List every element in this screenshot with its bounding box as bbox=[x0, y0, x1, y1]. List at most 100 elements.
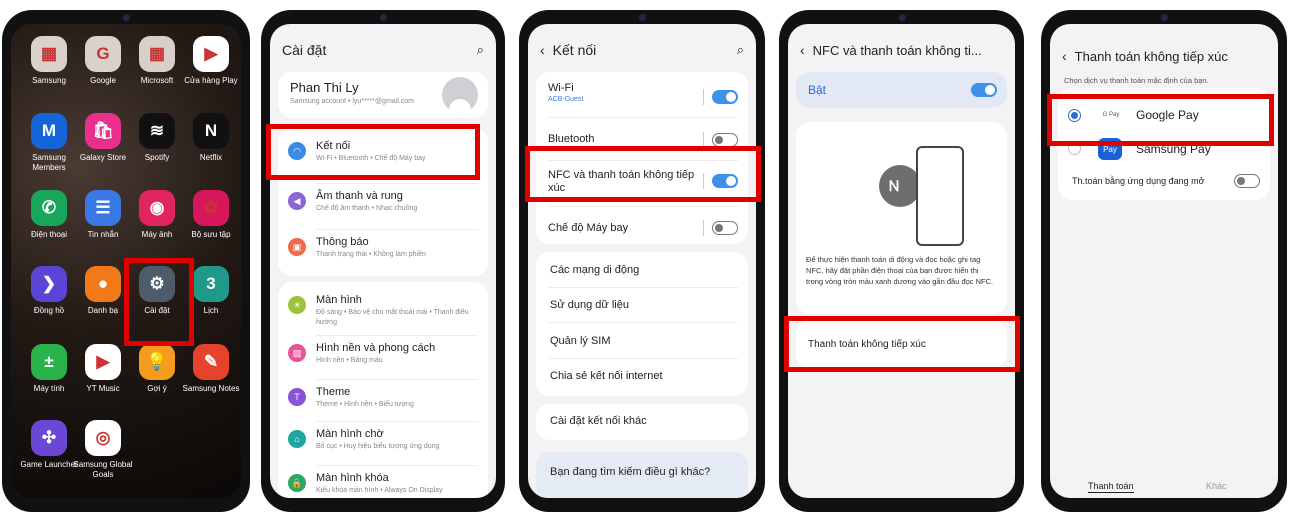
divider bbox=[316, 465, 478, 466]
phone-payment: ‹ Thanh toán không tiếp xúc Chọn dịch vụ … bbox=[1041, 10, 1287, 512]
wifi-row[interactable]: Wi-Fi ACB-Guest bbox=[548, 82, 583, 103]
nfc-toggle[interactable] bbox=[971, 83, 997, 97]
app-tips[interactable]: 💡 Gợi ý bbox=[127, 344, 187, 394]
airplane-mode-toggle[interactable] bbox=[712, 221, 738, 235]
more-connection-settings-row[interactable]: Cài đặt kết nối khác bbox=[550, 415, 647, 427]
front-camera bbox=[380, 14, 387, 21]
app-label: Microsoft bbox=[140, 76, 174, 85]
settings-item-title: Màn hình chờ bbox=[316, 428, 384, 440]
highlight-contactless-payment bbox=[784, 316, 1020, 372]
app-gallery[interactable]: ✿ Bộ sưu tập bbox=[181, 190, 241, 240]
app-play-store[interactable]: ▶ Cửa hàng Play bbox=[181, 36, 241, 86]
settings-group-2: ☀ Màn hình Độ sáng • Bảo vệ cho mắt thoải … bbox=[278, 282, 488, 498]
sound-icon: ◀ bbox=[288, 192, 306, 210]
phone-settings: Cài đặt ⌕ Phan Thi Ly Samsung account • … bbox=[261, 10, 505, 512]
app-spotify[interactable]: ≋ Spotify bbox=[127, 113, 187, 163]
app-netflix[interactable]: N Netflix bbox=[181, 113, 241, 163]
settings-item-home-screen[interactable]: ⌂ Màn hình chờ Bố cục • Huy hiệu biểu tượn… bbox=[278, 424, 488, 464]
nfc-icon: Ｎ bbox=[879, 165, 921, 207]
global-goals-icon: ◎ bbox=[85, 420, 121, 456]
back-icon[interactable]: ‹ bbox=[800, 42, 805, 58]
settings-item-lock[interactable]: 🔒 Màn hình khóa Kiểu khóa màn hình • Alway… bbox=[278, 468, 488, 498]
app-google-folder[interactable]: G Google bbox=[73, 36, 133, 86]
hotspot-row[interactable]: Chia sẻ kết nối internet bbox=[550, 370, 663, 382]
lock-icon: 🔒 bbox=[288, 474, 306, 492]
settings-item-subtitle: Bố cục • Huy hiệu biểu tượng ứng dụng bbox=[316, 443, 440, 450]
data-usage-row[interactable]: Sử dụng dữ liệu bbox=[550, 299, 629, 311]
samsung-notes-icon: ✎ bbox=[193, 344, 229, 380]
search-icon[interactable]: ⌕ bbox=[477, 42, 484, 58]
mobile-networks-row[interactable]: Các mạng di động bbox=[550, 264, 639, 276]
app-samsung-folder[interactable]: ▦ Samsung bbox=[19, 36, 79, 86]
app-calculator[interactable]: ± Máy tính bbox=[19, 344, 79, 394]
game-launcher-icon: ✣ bbox=[31, 420, 67, 456]
app-label: Điện thoại bbox=[30, 230, 68, 239]
front-camera bbox=[898, 14, 906, 21]
search-icon[interactable]: ⌕ bbox=[737, 42, 744, 58]
settings-item-display[interactable]: ☀ Màn hình Độ sáng • Bảo vệ cho mắt thoải … bbox=[278, 290, 488, 330]
back-icon[interactable]: ‹ bbox=[540, 42, 545, 58]
app-global-goals[interactable]: ◎ Samsung Global Goals bbox=[73, 420, 133, 480]
settings-item-subtitle: Thanh trạng thái • Không làm phiền bbox=[316, 251, 426, 258]
phone-nfc: ‹ NFC và thanh toán không ti... Bật Ｎ Để … bbox=[779, 10, 1024, 512]
divider bbox=[703, 89, 704, 105]
settings-item-title: Hình nền và phong cách bbox=[316, 342, 436, 354]
google-folder-icon: G bbox=[85, 36, 121, 72]
wallpaper-icon: ▨ bbox=[288, 344, 306, 362]
app-game-launcher[interactable]: ✣ Game Launcher bbox=[19, 420, 79, 470]
app-phone[interactable]: ✆ Điện thoại bbox=[19, 190, 79, 240]
tab-other[interactable]: Khác bbox=[1206, 481, 1227, 491]
divider bbox=[316, 183, 478, 184]
pay-with-open-app-toggle[interactable] bbox=[1234, 174, 1260, 188]
app-microsoft-folder[interactable]: ▦ Microsoft bbox=[127, 36, 187, 86]
connections-screen: ‹ Kết nối ⌕ Wi-Fi ACB-Guest Bluetooth NFC… bbox=[528, 24, 756, 498]
profile-account: Samsung account • lyu*****@gmail.com bbox=[290, 98, 414, 105]
airplane-mode-row[interactable]: Chế độ Máy bay bbox=[548, 222, 628, 234]
app-clock[interactable]: ❯ Đồng hồ bbox=[19, 266, 79, 316]
app-label: Bộ sưu tập bbox=[191, 230, 231, 239]
display-icon: ☀ bbox=[288, 296, 306, 314]
phone-home: ▦ Samsung G Google ▦ Microsoft ▶ Cửa hàng Play M… bbox=[2, 10, 250, 512]
connections-group-2: Các mạng di động Sử dụng dữ liệu Quản lý… bbox=[536, 252, 748, 396]
microsoft-folder-icon: ▦ bbox=[139, 36, 175, 72]
bluetooth-toggle[interactable] bbox=[712, 133, 738, 147]
app-camera[interactable]: ◉ Máy ảnh bbox=[127, 190, 187, 240]
app-galaxy-store[interactable]: 🛍 Galaxy Store bbox=[73, 113, 133, 163]
settings-item-sound[interactable]: ◀ Âm thanh và rung Chế độ âm thanh • Nhạc … bbox=[278, 186, 488, 226]
nfc-description: Để thực hiện thanh toán di động và đọc h… bbox=[806, 255, 994, 286]
app-label: Spotify bbox=[144, 153, 170, 162]
netflix-icon: N bbox=[193, 113, 229, 149]
looking-for-card[interactable]: Bạn đang tìm kiếm điều gì khác? bbox=[536, 452, 748, 498]
samsung-folder-icon: ▦ bbox=[31, 36, 67, 72]
highlight-nfc bbox=[525, 146, 761, 202]
profile-name: Phan Thi Ly bbox=[290, 80, 359, 95]
nfc-master-switch[interactable]: Bật bbox=[796, 72, 1007, 108]
page-title: Thanh toán không tiếp xúc bbox=[1074, 48, 1228, 64]
app-samsung-notes[interactable]: ✎ Samsung Notes bbox=[181, 344, 241, 394]
profile-card[interactable]: Phan Thi Ly Samsung account • lyu*****@g… bbox=[278, 72, 488, 118]
calculator-icon: ± bbox=[31, 344, 67, 380]
avatar[interactable] bbox=[442, 77, 478, 113]
app-yt-music[interactable]: ▶ YT Music bbox=[73, 344, 133, 394]
contacts-icon: ● bbox=[85, 266, 121, 302]
wifi-toggle[interactable] bbox=[712, 90, 738, 104]
sim-manager-row[interactable]: Quản lý SIM bbox=[550, 335, 611, 347]
settings-item-notification[interactable]: ▣ Thông báo Thanh trạng thái • Không làm p… bbox=[278, 232, 488, 272]
settings-item-theme[interactable]: T Theme Theme • Hình nền • Biểu tượng bbox=[278, 382, 488, 422]
app-messages[interactable]: ☰ Tin nhắn bbox=[73, 190, 133, 240]
divider bbox=[316, 379, 478, 380]
app-label: Galaxy Store bbox=[79, 153, 127, 162]
back-icon[interactable]: ‹ bbox=[1062, 48, 1067, 64]
settings-item-wallpaper[interactable]: ▨ Hình nền và phong cách Hình nền • Bảng m… bbox=[278, 338, 488, 378]
home-screen-icon: ⌂ bbox=[288, 430, 306, 448]
tips-icon: 💡 bbox=[139, 344, 175, 380]
settings-item-title: Màn hình khóa bbox=[316, 472, 389, 484]
highlight-connections bbox=[266, 124, 480, 180]
divider bbox=[316, 335, 478, 336]
bluetooth-row[interactable]: Bluetooth bbox=[548, 133, 594, 145]
app-samsung-members[interactable]: M Samsung Members bbox=[19, 113, 79, 173]
settings-screen: Cài đặt ⌕ Phan Thi Ly Samsung account • … bbox=[270, 24, 496, 498]
app-label: Gợi ý bbox=[147, 384, 167, 393]
front-camera bbox=[123, 14, 130, 21]
tab-payment[interactable]: Thanh toán bbox=[1088, 481, 1134, 493]
